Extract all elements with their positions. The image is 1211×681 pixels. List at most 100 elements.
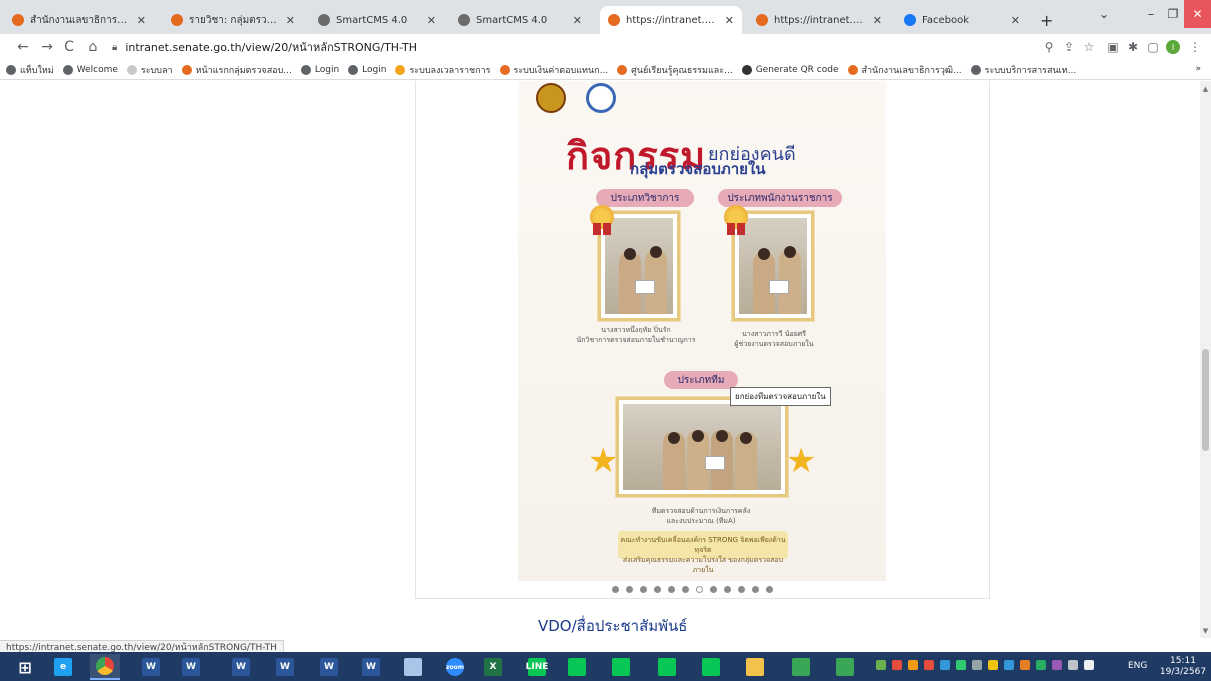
- bookmark-item[interactable]: ระบบบริการสารสนเท...: [970, 63, 1076, 77]
- taskbar-chrome[interactable]: [90, 654, 120, 680]
- browser-tab[interactable]: SmartCMS 4.0 ✕: [450, 6, 590, 34]
- bookmark-item[interactable]: หน้าแรกกลุ่มตรวจสอบ...: [181, 63, 292, 77]
- scroll-down-arrow[interactable]: ▼: [1200, 625, 1211, 636]
- tray-icon[interactable]: [908, 660, 918, 670]
- browser-tab[interactable]: https://intranet.senate.go ✕: [748, 6, 890, 34]
- carousel-dot[interactable]: [738, 586, 745, 593]
- bookmark-item[interactable]: แท็บใหม่: [6, 63, 54, 77]
- taskbar-app-green-2[interactable]: [830, 654, 860, 680]
- taskbar-zoom[interactable]: zoom: [440, 654, 470, 680]
- activity-poster[interactable]: กิจกรรม ยกย่องคนดี กลุ่มตรวจสอบภายใน ประ…: [518, 81, 886, 581]
- back-button[interactable]: ←: [14, 38, 32, 56]
- carousel-dot[interactable]: [696, 586, 703, 593]
- browser-tab[interactable]: รายวิชา: กลุ่มตรวจสอบภายใ ✕: [163, 6, 303, 34]
- tray-icon[interactable]: [956, 660, 966, 670]
- bookmark-item[interactable]: Login: [348, 64, 386, 75]
- bookmarks-overflow-button[interactable]: »: [1195, 64, 1201, 74]
- taskbar-app-green-1[interactable]: [786, 654, 816, 680]
- taskbar-line-2[interactable]: [562, 654, 592, 680]
- browser-tab[interactable]: Facebook ✕: [896, 6, 1028, 34]
- tray-icon[interactable]: [876, 660, 886, 670]
- carousel-dot[interactable]: [654, 586, 661, 593]
- taskbar-paint[interactable]: [398, 654, 428, 680]
- line-3-icon: [612, 658, 630, 676]
- bookmark-item[interactable]: สำนักงานเลขาธิการวุฒิ...: [847, 63, 962, 77]
- home-button[interactable]: ⌂: [84, 38, 102, 56]
- tray-icon[interactable]: [1020, 660, 1030, 670]
- puzzle-icon[interactable]: ✱: [1124, 38, 1142, 56]
- taskbar-line-5[interactable]: [696, 654, 726, 680]
- reload-button[interactable]: C: [60, 38, 78, 56]
- taskbar-line-3[interactable]: [606, 654, 636, 680]
- clock[interactable]: 15:11 19/3/2567: [1158, 656, 1208, 678]
- carousel-dot[interactable]: [752, 586, 759, 593]
- taskbar-word-1[interactable]: W: [136, 654, 166, 680]
- browser-tab[interactable]: https://intranet.senate.go ✕: [600, 6, 742, 34]
- bookmark-item[interactable]: ศูนย์เรียนรู้คุณธรรมและ...: [617, 63, 733, 77]
- tray-icon[interactable]: [1068, 660, 1078, 670]
- tab-close-icon[interactable]: ✕: [427, 14, 436, 27]
- taskbar-line-4[interactable]: [652, 654, 682, 680]
- new-tab-button[interactable]: +: [1032, 6, 1056, 34]
- zoom-icon[interactable]: ⚲: [1040, 38, 1058, 56]
- taskbar-word-5[interactable]: W: [314, 654, 344, 680]
- extension-icon[interactable]: ▣: [1104, 38, 1122, 56]
- taskbar-internet-explorer[interactable]: e: [48, 654, 78, 680]
- person-head: [784, 246, 796, 258]
- close-window-icon[interactable]: ✕: [1184, 0, 1211, 28]
- taskbar-word-6[interactable]: W: [356, 654, 386, 680]
- tray-icon[interactable]: [1084, 660, 1094, 670]
- tab-close-icon[interactable]: ✕: [1011, 14, 1020, 27]
- tab-search-icon[interactable]: ⌄: [1094, 0, 1114, 28]
- carousel-dot[interactable]: [640, 586, 647, 593]
- tab-close-icon[interactable]: ✕: [137, 14, 146, 27]
- tray-icon[interactable]: [940, 660, 950, 670]
- tab-close-icon[interactable]: ✕: [286, 14, 295, 27]
- tab-close-icon[interactable]: ✕: [725, 14, 734, 27]
- browser-tab[interactable]: สำนักงานเลขาธิการวุฒิสภา ✕: [4, 6, 154, 34]
- tray-icon[interactable]: [1004, 660, 1014, 670]
- minimize-icon[interactable]: –: [1140, 0, 1162, 28]
- carousel-dot[interactable]: [626, 586, 633, 593]
- carousel-dot[interactable]: [724, 586, 731, 593]
- scroll-up-arrow[interactable]: ▲: [1200, 83, 1211, 94]
- carousel-dot[interactable]: [710, 586, 717, 593]
- address-bar[interactable]: 🔒︎ intranet.senate.go.th/view/20/หน้าหลั…: [112, 36, 1032, 58]
- taskbar-excel[interactable]: X: [478, 654, 508, 680]
- share-icon[interactable]: ⇪: [1060, 38, 1078, 56]
- bookmark-item[interactable]: ระบบลงเวลาราชการ: [395, 63, 491, 77]
- language-indicator[interactable]: ENG: [1128, 661, 1147, 671]
- taskbar-line[interactable]: LINE: [522, 654, 552, 680]
- bookmark-item[interactable]: ระบบลา: [126, 63, 173, 77]
- browser-tab[interactable]: SmartCMS 4.0 ✕: [310, 6, 444, 34]
- tab-close-icon[interactable]: ✕: [573, 14, 582, 27]
- tray-icon[interactable]: [892, 660, 902, 670]
- sidepanel-icon[interactable]: ▢: [1144, 38, 1162, 56]
- menu-icon[interactable]: ⋮: [1186, 38, 1204, 56]
- forward-button[interactable]: →: [38, 38, 56, 56]
- scroll-thumb[interactable]: [1202, 349, 1209, 451]
- restore-icon[interactable]: ❐: [1162, 0, 1184, 28]
- tray-icon[interactable]: [988, 660, 998, 670]
- bookmark-item[interactable]: Welcome: [62, 64, 118, 75]
- bookmark-item[interactable]: Generate QR code: [741, 64, 839, 75]
- tab-close-icon[interactable]: ✕: [873, 14, 882, 27]
- taskbar-windows-start[interactable]: ⊞: [10, 654, 40, 680]
- page-scrollbar[interactable]: ▲ ▼: [1200, 81, 1211, 638]
- bookmark-item[interactable]: Login: [300, 64, 339, 75]
- tray-icon[interactable]: [1052, 660, 1062, 670]
- carousel-dot[interactable]: [668, 586, 675, 593]
- taskbar-word-4[interactable]: W: [270, 654, 300, 680]
- carousel-dot[interactable]: [682, 586, 689, 593]
- profile-avatar[interactable]: I: [1164, 38, 1182, 56]
- tray-icon[interactable]: [1036, 660, 1046, 670]
- carousel-dot[interactable]: [612, 586, 619, 593]
- tray-icon[interactable]: [924, 660, 934, 670]
- carousel-dot[interactable]: [766, 586, 773, 593]
- taskbar-word-3[interactable]: W: [226, 654, 256, 680]
- bookmark-item[interactable]: ระบบเงินค่าตอบแทนก...: [499, 63, 608, 77]
- taskbar-file-explorer[interactable]: [740, 654, 770, 680]
- tray-icon[interactable]: [972, 660, 982, 670]
- bookmark-star-icon[interactable]: ☆: [1080, 38, 1098, 56]
- taskbar-word-2[interactable]: W: [176, 654, 206, 680]
